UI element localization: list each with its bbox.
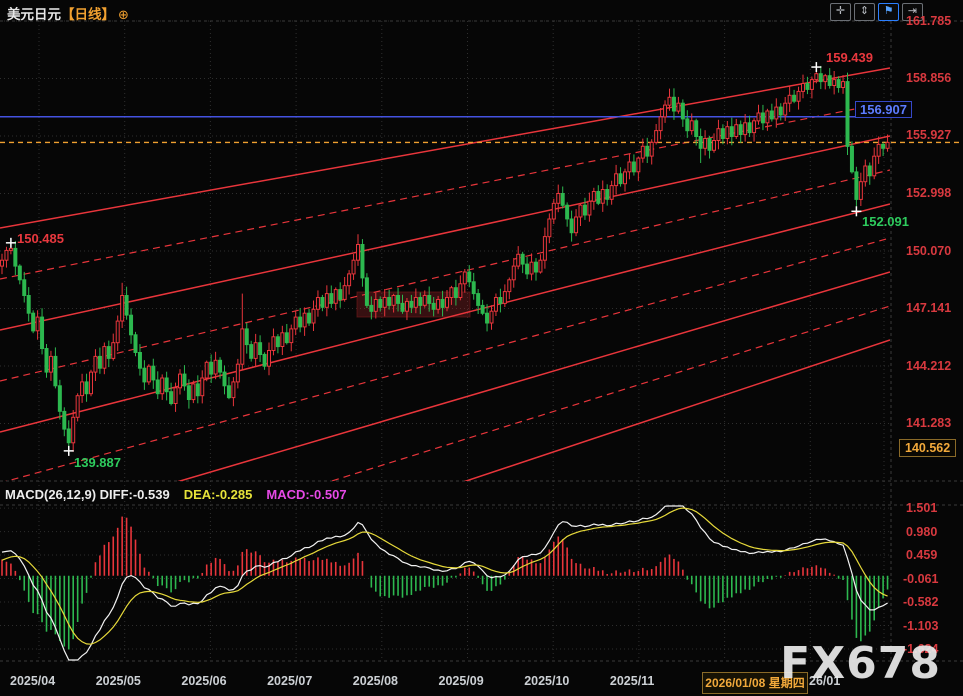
price-tick: 141.283 bbox=[906, 416, 951, 430]
swing-low-label: 139.887 bbox=[74, 455, 121, 470]
month-label: 2025/10 bbox=[524, 674, 569, 688]
symbol-name: 美元日元 bbox=[7, 7, 61, 22]
macd-tick: -1.103 bbox=[903, 619, 938, 633]
month-label: 2025/11 bbox=[610, 674, 655, 688]
macd-tick: 0.980 bbox=[906, 525, 937, 539]
period-label: 【日线】 bbox=[61, 7, 115, 22]
latest-view-icon[interactable]: ⚑ bbox=[878, 3, 899, 21]
macd-dea-value: DEA:-0.285 bbox=[184, 487, 253, 502]
price-tick: 144.212 bbox=[906, 359, 951, 373]
swing-low-label: 152.091 bbox=[862, 214, 909, 229]
month-label: 2025/05 bbox=[96, 674, 141, 688]
watermark-logo: FX678 bbox=[780, 638, 941, 689]
macd-tick: -0.061 bbox=[903, 572, 938, 586]
swing-high-label: 150.485 bbox=[17, 231, 64, 246]
macd-tick: -0.582 bbox=[903, 595, 938, 609]
pan-tool-icon[interactable]: ✛ bbox=[830, 3, 851, 21]
instrument-title: 美元日元【日线】⊕ bbox=[7, 3, 129, 23]
macd-histogram bbox=[2, 517, 888, 650]
price-tick: 161.785 bbox=[906, 14, 951, 28]
chart-window: 美元日元【日线】⊕ ✛ ⇕ ⚑ ⇥ 161.785 158.856 155.92… bbox=[0, 0, 963, 696]
month-label: 2025/06 bbox=[181, 674, 226, 688]
price-tick: 155.927 bbox=[906, 128, 951, 142]
swing-cross-markers bbox=[6, 62, 862, 456]
price-tick: 152.998 bbox=[906, 186, 951, 200]
axis-scale-icon[interactable]: ⇕ bbox=[854, 3, 875, 21]
alert-level-label[interactable]: 156.907 bbox=[855, 101, 912, 118]
crosshair-price-box: 140.562 bbox=[899, 439, 956, 457]
candlestick-series bbox=[1, 66, 890, 452]
macd-tick: 1.501 bbox=[906, 501, 937, 515]
add-indicator-icon[interactable]: ⊕ bbox=[118, 7, 129, 22]
macd-diff-value: MACD(26,12,9) DIFF:-0.539 bbox=[5, 487, 170, 502]
chart-canvas[interactable] bbox=[0, 0, 963, 696]
month-label: 2025/04 bbox=[10, 674, 55, 688]
macd-header: MACD(26,12,9) DIFF:-0.539 DEA:-0.285 MACD:… bbox=[5, 487, 347, 502]
macd-macd-value: MACD:-0.507 bbox=[266, 487, 346, 502]
month-label: 2025/07 bbox=[267, 674, 312, 688]
month-label: 2025/08 bbox=[353, 674, 398, 688]
price-tick: 150.070 bbox=[906, 244, 951, 258]
swing-high-label: 159.439 bbox=[826, 50, 873, 65]
price-tick: 147.141 bbox=[906, 301, 951, 315]
month-label: 2025/09 bbox=[439, 674, 484, 688]
macd-tick: 0.459 bbox=[906, 548, 937, 562]
price-tick: 158.856 bbox=[906, 71, 951, 85]
